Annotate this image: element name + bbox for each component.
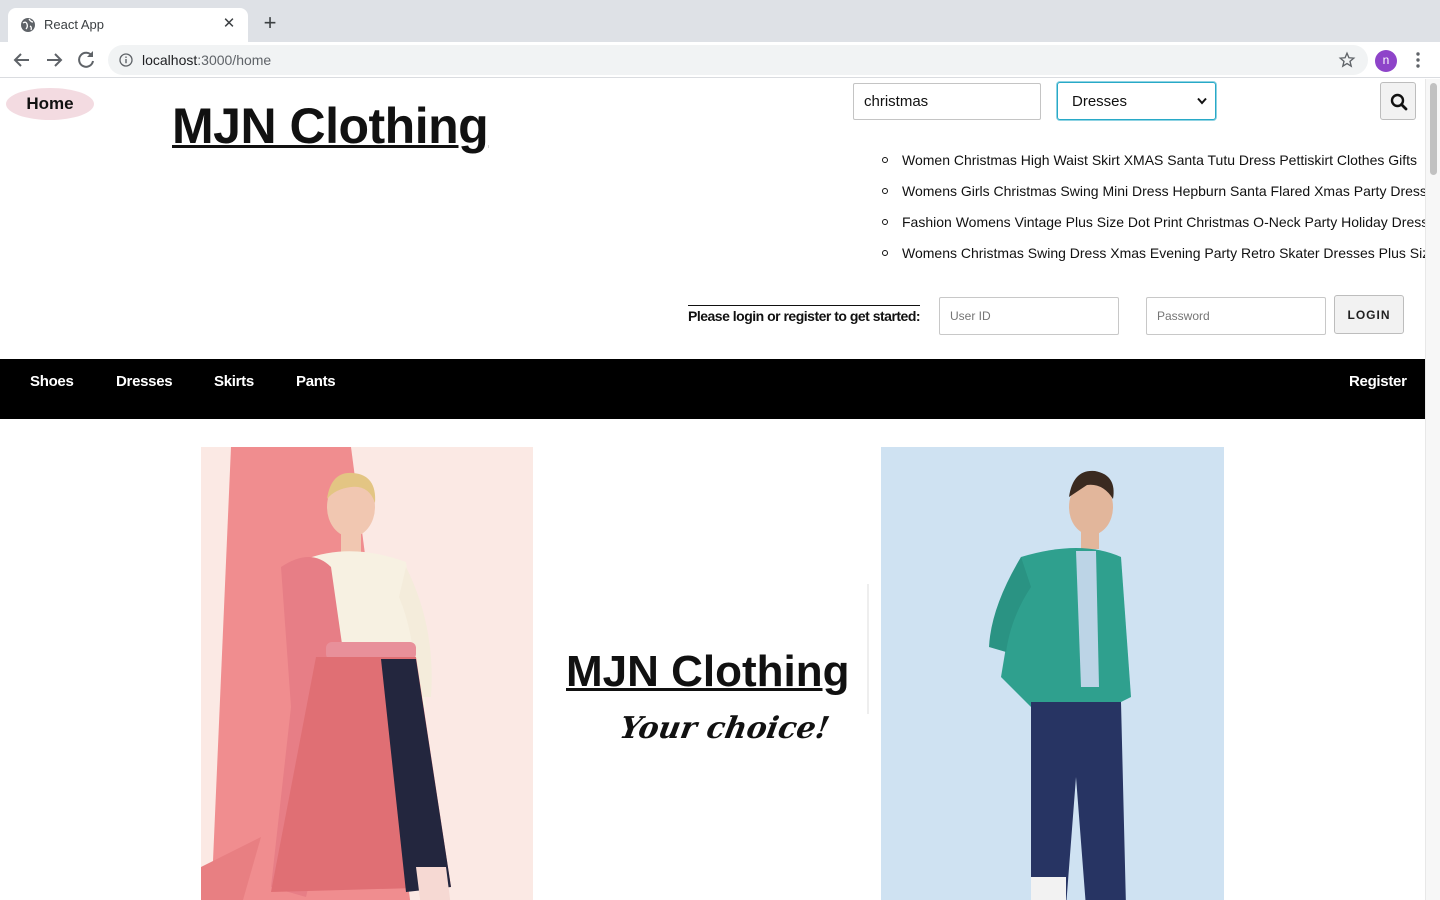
browser-tabstrip: React App ✕ + bbox=[0, 0, 1440, 42]
new-tab-icon[interactable]: + bbox=[258, 12, 282, 36]
category-navbar: Shoes Dresses Skirts Pants Register bbox=[0, 359, 1425, 419]
hero-image-right bbox=[881, 447, 1224, 900]
nav-item-shoes[interactable]: Shoes bbox=[30, 373, 74, 390]
search-result-text: Women Christmas High Waist Skirt XMAS Sa… bbox=[902, 152, 1418, 168]
bullet-icon bbox=[882, 157, 888, 163]
tab-title: React App bbox=[44, 17, 104, 32]
url-path: :3000/home bbox=[197, 52, 272, 68]
search-result-text: Fashion Womens Vintage Plus Size Dot Pri… bbox=[902, 214, 1425, 230]
url-host: localhost bbox=[142, 52, 198, 68]
bullet-icon bbox=[882, 188, 888, 194]
bullet-icon bbox=[882, 250, 888, 256]
reload-icon[interactable] bbox=[74, 48, 98, 72]
url-text: localhost:3000/home bbox=[142, 52, 271, 68]
search-results-list: Women Christmas High Waist Skirt XMAS Sa… bbox=[882, 152, 1425, 276]
nav-item-dresses[interactable]: Dresses bbox=[116, 373, 173, 390]
page-content: Home MJN Clothing Dresses Women Christma… bbox=[0, 79, 1425, 900]
divider bbox=[867, 584, 869, 714]
bookmark-star-icon[interactable] bbox=[1338, 51, 1356, 69]
chevron-down-icon bbox=[1197, 97, 1207, 105]
search-result-item[interactable]: Women Christmas High Waist Skirt XMAS Sa… bbox=[882, 152, 1425, 183]
globe-icon bbox=[21, 18, 35, 32]
page-scrollbar[interactable] bbox=[1425, 79, 1440, 900]
search-result-text: Womens Christmas Swing Dress Xmas Evenin… bbox=[902, 245, 1425, 261]
search-result-item[interactable]: Fashion Womens Vintage Plus Size Dot Pri… bbox=[882, 214, 1425, 245]
nav-item-skirts[interactable]: Skirts bbox=[214, 373, 254, 390]
search-result-text: Womens Girls Christmas Swing Mini Dress … bbox=[902, 183, 1425, 199]
search-result-item[interactable]: Womens Christmas Swing Dress Xmas Evenin… bbox=[882, 245, 1425, 276]
search-icon bbox=[1390, 93, 1408, 111]
browser-tab[interactable]: React App ✕ bbox=[8, 8, 248, 42]
back-arrow-icon[interactable] bbox=[10, 48, 34, 72]
woman-model-illustration bbox=[201, 447, 533, 900]
register-link[interactable]: Register bbox=[1349, 373, 1407, 390]
search-button[interactable] bbox=[1380, 82, 1416, 120]
hero-tagline: Your choice! bbox=[616, 711, 832, 746]
bullet-icon bbox=[882, 219, 888, 225]
profile-avatar[interactable]: n bbox=[1375, 50, 1397, 72]
more-menu-icon[interactable] bbox=[1410, 50, 1426, 70]
category-selected-value: Dresses bbox=[1072, 93, 1128, 110]
login-button[interactable]: LOGIN bbox=[1334, 295, 1404, 334]
scrollbar-thumb[interactable] bbox=[1430, 83, 1437, 175]
close-icon[interactable]: ✕ bbox=[220, 15, 238, 33]
info-icon[interactable] bbox=[119, 53, 133, 67]
category-select[interactable]: Dresses bbox=[1057, 82, 1216, 120]
user-id-field[interactable] bbox=[939, 297, 1119, 335]
hero-brand: MJN Clothing bbox=[566, 647, 850, 696]
site-brand[interactable]: MJN Clothing bbox=[172, 97, 489, 155]
browser-toolbar: localhost:3000/home n bbox=[0, 42, 1440, 78]
nav-item-pants[interactable]: Pants bbox=[296, 373, 336, 390]
home-link[interactable]: Home bbox=[6, 88, 94, 120]
login-prompt: Please login or register to get started: bbox=[688, 305, 921, 324]
search-result-item[interactable]: Womens Girls Christmas Swing Mini Dress … bbox=[882, 183, 1425, 214]
man-model-illustration bbox=[881, 447, 1224, 900]
hero-image-left bbox=[201, 447, 533, 900]
address-bar[interactable]: localhost:3000/home bbox=[108, 45, 1368, 75]
password-field[interactable] bbox=[1146, 297, 1326, 335]
forward-arrow-icon[interactable] bbox=[42, 48, 66, 72]
search-input[interactable] bbox=[853, 83, 1041, 120]
